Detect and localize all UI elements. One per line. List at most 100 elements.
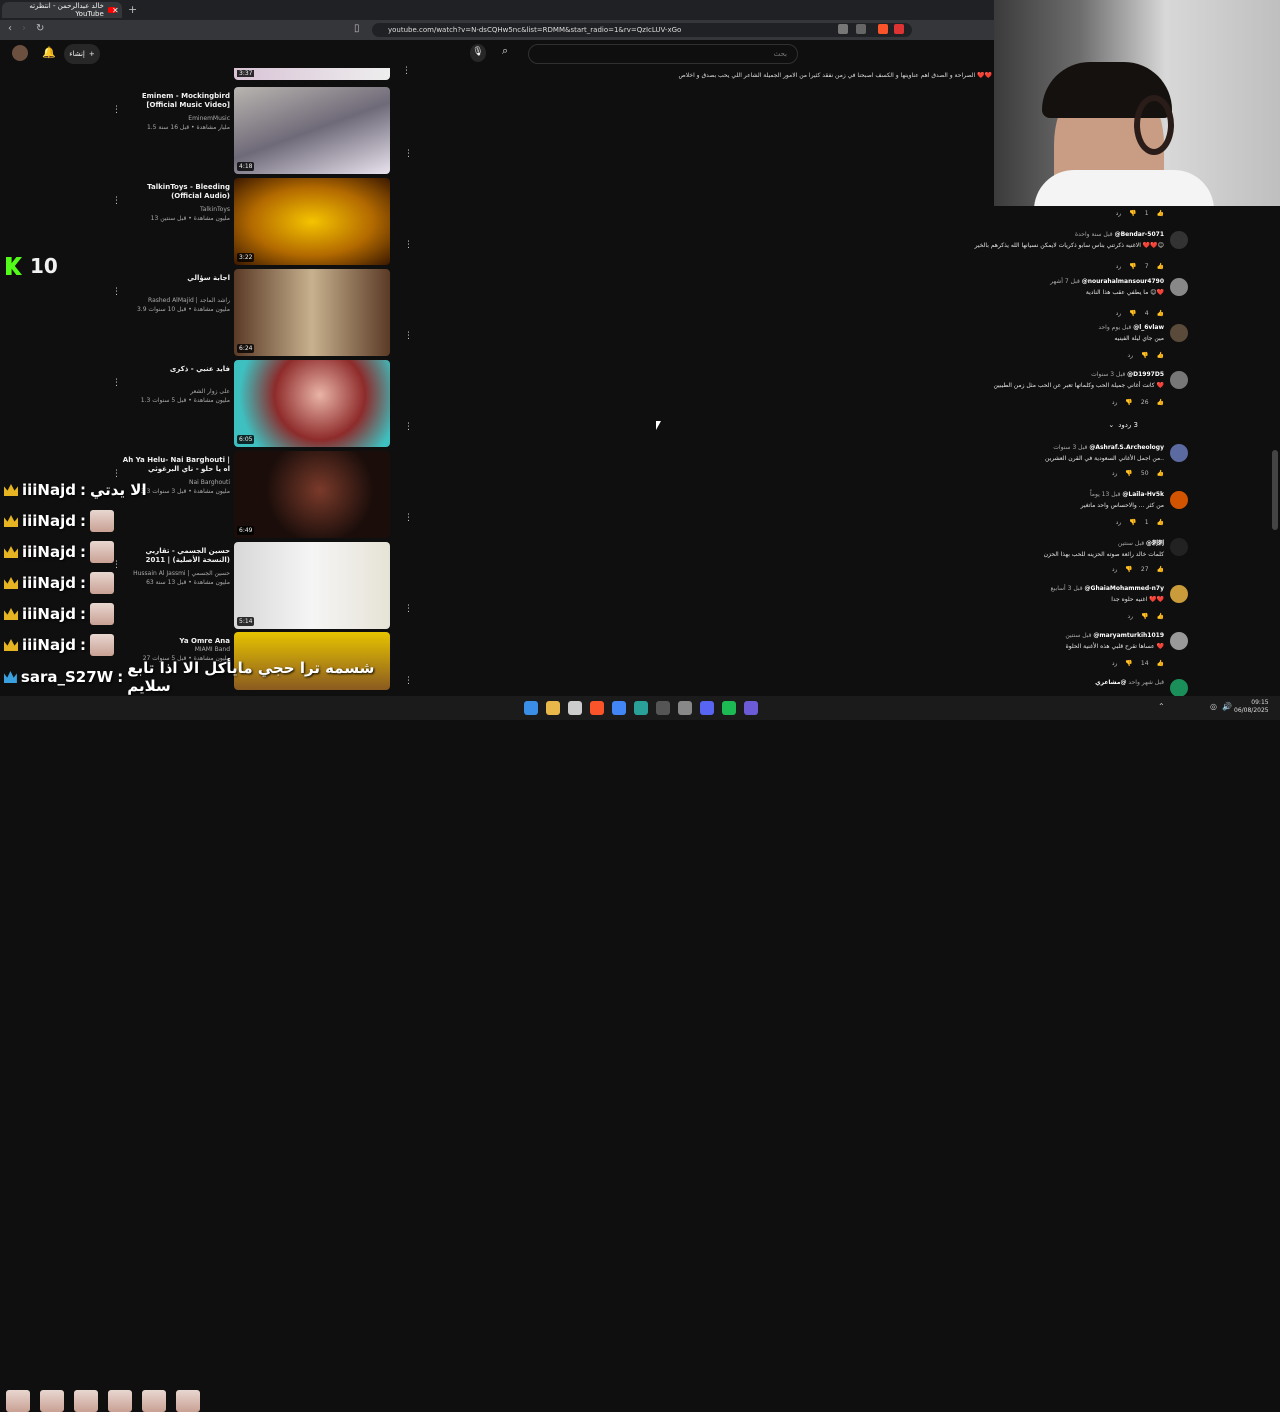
- comment-author[interactable]: @Laila-Hv5k: [1122, 491, 1164, 498]
- reload-icon[interactable]: ↻: [36, 23, 44, 34]
- more-icon[interactable]: ⋮: [112, 196, 121, 206]
- channel-name[interactable]: Rashed AlMajid | راشد الماجد: [120, 297, 230, 304]
- commenter-avatar[interactable]: [1170, 585, 1188, 603]
- reply-button[interactable]: رد: [1116, 263, 1122, 270]
- comment-author[interactable]: @GhaiaMohammed-n7y: [1085, 585, 1164, 592]
- notifications-bell-icon[interactable]: 🔔: [42, 46, 56, 59]
- reply-button[interactable]: رد: [1116, 310, 1122, 317]
- chrome-icon[interactable]: [612, 701, 626, 715]
- dislike-icon[interactable]: 👎: [1141, 352, 1148, 359]
- like-icon[interactable]: 👍: [1157, 352, 1164, 359]
- commenter-avatar[interactable]: [1170, 679, 1188, 697]
- like-icon[interactable]: 👍: [1157, 399, 1164, 406]
- commenter-avatar[interactable]: [1170, 444, 1188, 462]
- comment-author[interactable]: @nourahalmansour4790: [1082, 278, 1164, 285]
- store-icon[interactable]: [568, 701, 582, 715]
- account-avatar[interactable]: [12, 45, 28, 61]
- voice-search-icon[interactable]: 🎙: [470, 44, 486, 62]
- video-thumbnail[interactable]: [234, 360, 390, 447]
- comment-author[interactable]: @Bendar-5071: [1115, 231, 1164, 238]
- commenter-avatar[interactable]: [1170, 278, 1188, 296]
- dislike-icon[interactable]: 👎: [1125, 566, 1132, 573]
- reply-button[interactable]: رد: [1112, 660, 1118, 667]
- translate-icon[interactable]: [838, 24, 848, 34]
- start-icon[interactable]: [524, 701, 538, 715]
- wifi-icon[interactable]: ◎: [1210, 702, 1217, 711]
- like-icon[interactable]: 👍: [1157, 519, 1164, 526]
- like-icon[interactable]: 👍: [1157, 470, 1164, 477]
- video-title[interactable]: اجابة سؤالي: [120, 274, 230, 283]
- like-icon[interactable]: 👍: [1157, 263, 1164, 270]
- app-icon[interactable]: [744, 701, 758, 715]
- create-button[interactable]: إنشاء +: [64, 44, 100, 64]
- show-replies-button[interactable]: 3 ردود ⌄: [1108, 421, 1138, 429]
- more-icon[interactable]: ⋮: [404, 240, 413, 250]
- more-icon[interactable]: ⋮: [112, 378, 121, 388]
- reply-button[interactable]: رد: [1116, 210, 1122, 217]
- channel-name[interactable]: على زوار الشعر: [120, 388, 230, 395]
- forward-icon[interactable]: ›: [22, 23, 26, 34]
- recommendation-item[interactable]: 3:22 TalkinToys - Bleeding (Official Aud…: [112, 178, 413, 266]
- video-title[interactable]: فايد عنبي - ذكرى: [120, 365, 230, 374]
- commenter-avatar[interactable]: [1170, 324, 1188, 342]
- like-icon[interactable]: 👍: [1157, 310, 1164, 317]
- back-icon[interactable]: ‹: [8, 23, 12, 34]
- more-icon[interactable]: ⋮: [404, 604, 413, 614]
- like-icon[interactable]: 👍: [1157, 210, 1164, 217]
- like-icon[interactable]: 👍: [1157, 660, 1164, 667]
- comment-author[interactable]: @D1997D5: [1127, 371, 1164, 378]
- more-icon[interactable]: ⋮: [404, 331, 413, 341]
- more-icon[interactable]: ⋮: [404, 513, 413, 523]
- commenter-avatar[interactable]: [1170, 632, 1188, 650]
- dislike-icon[interactable]: 👎: [1141, 613, 1148, 620]
- url-field[interactable]: youtube.com/watch?v=N-dsCQHw5nc&list=RDM…: [372, 23, 912, 37]
- commenter-avatar[interactable]: [1170, 538, 1188, 556]
- comment-author[interactable]: @刺刺: [1146, 540, 1164, 547]
- recommendation-item[interactable]: 4:18 Eminem - Mockingbird [Official Musi…: [112, 87, 413, 175]
- comment-author[interactable]: @maryamturkih1019: [1093, 632, 1164, 639]
- dislike-icon[interactable]: 👎: [1125, 660, 1132, 667]
- reply-button[interactable]: رد: [1112, 470, 1118, 477]
- like-icon[interactable]: 👍: [1157, 613, 1164, 620]
- more-icon[interactable]: ⋮: [404, 149, 413, 159]
- scrollbar[interactable]: [1272, 450, 1278, 530]
- reply-button[interactable]: رد: [1127, 352, 1133, 359]
- comment-author[interactable]: @مشاعري: [1095, 679, 1126, 686]
- brave-shield-icon[interactable]: [878, 24, 888, 34]
- brave-icon[interactable]: [590, 701, 604, 715]
- volume-icon[interactable]: 🔊: [1222, 702, 1232, 711]
- channel-name[interactable]: EminemMusic: [120, 115, 230, 122]
- system-clock[interactable]: 09:15 06/08/2025: [1234, 699, 1269, 715]
- like-icon[interactable]: 👍: [1157, 566, 1164, 573]
- reply-button[interactable]: رد: [1112, 399, 1118, 406]
- commenter-avatar[interactable]: [1170, 491, 1188, 509]
- dislike-icon[interactable]: 👎: [1129, 310, 1136, 317]
- dislike-icon[interactable]: 👎: [1125, 470, 1132, 477]
- video-title[interactable]: Ah Ya Helu- Nai Barghouti | اه يا حلو - …: [120, 456, 230, 474]
- reply-button[interactable]: رد: [1116, 519, 1122, 526]
- rewards-icon[interactable]: [894, 24, 904, 34]
- dislike-icon[interactable]: 👎: [1129, 210, 1136, 217]
- more-icon[interactable]: ⋮: [112, 287, 121, 297]
- spotify-icon[interactable]: [722, 701, 736, 715]
- video-thumbnail[interactable]: [234, 87, 390, 174]
- cast-icon[interactable]: [856, 24, 866, 34]
- more-icon[interactable]: ⋮: [112, 105, 121, 115]
- video-thumbnail[interactable]: [234, 178, 390, 265]
- video-thumbnail[interactable]: 3:37: [234, 68, 390, 80]
- commenter-avatar[interactable]: [1170, 231, 1188, 249]
- video-thumbnail[interactable]: [234, 269, 390, 356]
- more-icon[interactable]: ⋮: [402, 66, 411, 76]
- bookmark-icon[interactable]: ▯: [354, 23, 360, 34]
- more-icon[interactable]: ⋮: [404, 422, 413, 432]
- video-title[interactable]: TalkinToys - Bleeding (Official Audio): [120, 183, 230, 201]
- channel-name[interactable]: TalkinToys: [120, 206, 230, 213]
- dislike-icon[interactable]: 👎: [1129, 263, 1136, 270]
- new-tab-icon[interactable]: +: [128, 3, 137, 16]
- discord-icon[interactable]: [700, 701, 714, 715]
- close-tab-icon[interactable]: ✕: [112, 6, 119, 15]
- search-icon[interactable]: ⌕: [502, 44, 520, 62]
- app-icon[interactable]: [634, 701, 648, 715]
- recommendation-item[interactable]: 6:24 اجابة سؤالي Rashed AlMajid | راشد ا…: [112, 269, 413, 357]
- recommendation-item[interactable]: 6:05 فايد عنبي - ذكرى على زوار الشعر 1.3…: [112, 360, 413, 448]
